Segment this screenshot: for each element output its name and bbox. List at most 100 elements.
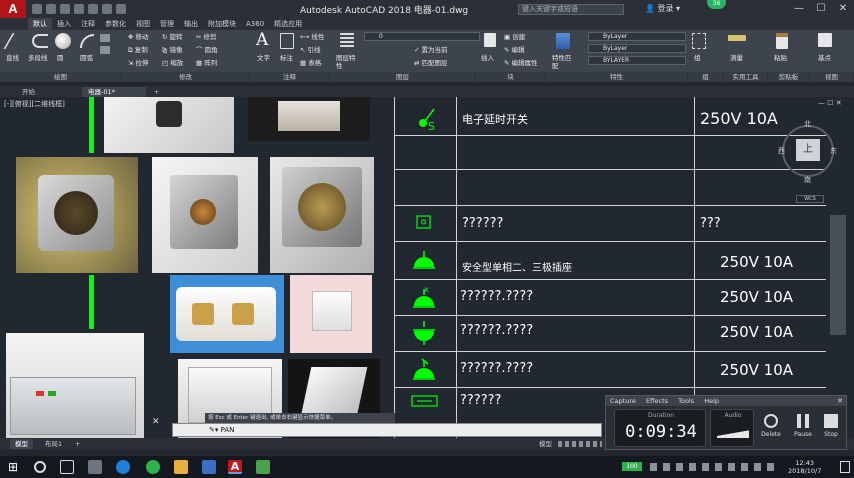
print-icon[interactable] bbox=[88, 4, 98, 14]
notification-icon[interactable] bbox=[840, 461, 850, 473]
ribbon-tab-0[interactable]: 默认 bbox=[28, 18, 52, 30]
compass-south[interactable]: 南 bbox=[804, 175, 811, 185]
save-as-icon[interactable] bbox=[74, 4, 84, 14]
linear-tool[interactable]: ⟷ 线性 bbox=[300, 33, 324, 41]
group-clipboard[interactable]: 剪贴板 bbox=[768, 72, 810, 82]
search-input[interactable]: 键入关键字或短语 bbox=[518, 4, 624, 15]
insert-tool[interactable]: 插入 bbox=[481, 54, 494, 62]
ribbon-tab-5[interactable]: 管理 bbox=[155, 18, 179, 30]
save-icon[interactable] bbox=[60, 4, 70, 14]
redo-icon[interactable] bbox=[116, 4, 126, 14]
add-layout-button[interactable]: + bbox=[70, 439, 85, 449]
new-icon[interactable] bbox=[32, 4, 42, 14]
scale-tool[interactable]: ◰ 缩放 bbox=[162, 59, 183, 67]
copy-tool[interactable]: ⧉ 复制 bbox=[128, 46, 148, 54]
match-properties-icon[interactable] bbox=[556, 33, 570, 49]
video-app-icon[interactable] bbox=[202, 460, 216, 474]
legend-table[interactable]: S x 电子延时开关 250V 10A ?????? ??? 安全型单相二、三极… bbox=[394, 97, 826, 438]
lineweight-combo[interactable]: BYLAYER bbox=[588, 56, 686, 65]
text-icon[interactable]: A bbox=[256, 31, 270, 49]
group-utilities[interactable]: 实用工具 bbox=[724, 72, 768, 82]
ribbon-tab-4[interactable]: 视图 bbox=[131, 18, 155, 30]
compass-east[interactable]: 东 bbox=[830, 146, 837, 156]
color-combo[interactable]: ByLayer bbox=[588, 32, 686, 41]
windows-start-icon[interactable]: ⊞ bbox=[8, 460, 22, 474]
minimize-icon[interactable]: — bbox=[788, 0, 810, 18]
tab-model[interactable]: 模型 bbox=[10, 439, 33, 449]
new-tab-button[interactable]: + bbox=[148, 87, 165, 97]
line-icon[interactable] bbox=[3, 33, 29, 49]
recorder-close-icon[interactable]: ✕ bbox=[837, 396, 843, 406]
group-draw[interactable]: 绘图 bbox=[0, 72, 122, 82]
move-tool[interactable]: ✥ 移动 bbox=[128, 33, 149, 41]
group-block[interactable]: 块 bbox=[476, 72, 546, 82]
browser-icon[interactable] bbox=[146, 460, 160, 474]
compass-west[interactable]: 西 bbox=[778, 146, 785, 156]
battery-icon[interactable]: 100 bbox=[622, 462, 642, 471]
table-tool[interactable]: ▦ 表格 bbox=[300, 59, 321, 67]
search-icon[interactable] bbox=[34, 461, 46, 473]
command-input[interactable]: ✎▾ PAN bbox=[172, 423, 602, 437]
group-icon[interactable] bbox=[692, 33, 706, 49]
ribbon-tab-3[interactable]: 参数化 bbox=[100, 18, 131, 30]
hatch-icon[interactable] bbox=[100, 46, 110, 54]
edit-attributes-tool[interactable]: ✎ 编辑属性 bbox=[504, 59, 538, 67]
group-modify[interactable]: 修改 bbox=[122, 72, 250, 82]
viewport-controls[interactable]: — ☐ ✕ bbox=[818, 99, 842, 107]
navigation-bar[interactable] bbox=[830, 215, 846, 335]
tab-drawing[interactable]: 电器-01* bbox=[82, 87, 146, 97]
group-properties[interactable]: 特性 bbox=[546, 72, 688, 82]
set-current-tool[interactable]: ✓ 置为当前 bbox=[414, 46, 448, 54]
draw-extra-icon[interactable] bbox=[100, 34, 110, 42]
stretch-tool[interactable]: ⇲ 拉伸 bbox=[128, 59, 149, 67]
layer-properties-tool[interactable]: 图层特性 bbox=[336, 54, 358, 70]
circle-tool[interactable]: 圆 bbox=[57, 54, 64, 62]
notification-badge[interactable]: 36 bbox=[707, 0, 726, 9]
match-layer-tool[interactable]: ⇄ 匹配图层 bbox=[414, 59, 448, 67]
polyline-icon[interactable] bbox=[32, 34, 48, 48]
paste-icon[interactable] bbox=[776, 33, 788, 49]
arc-icon[interactable] bbox=[80, 34, 94, 48]
menu-capture[interactable]: Capture bbox=[610, 397, 636, 405]
trim-tool[interactable]: ✂ 修剪 bbox=[196, 33, 217, 41]
ribbon-tab-8[interactable]: A360 bbox=[241, 18, 269, 30]
circle-icon[interactable] bbox=[55, 33, 71, 49]
array-tool[interactable]: ▦ 阵列 bbox=[196, 59, 217, 67]
view-cube[interactable]: 上 北 南 东 西 WCS bbox=[776, 115, 840, 205]
base-icon[interactable] bbox=[818, 33, 832, 47]
ribbon-tab-9[interactable]: 精选应用 bbox=[269, 18, 307, 30]
stop-button[interactable]: Stop bbox=[818, 414, 844, 438]
group-groups[interactable]: 组 bbox=[688, 72, 724, 82]
model-space-button[interactable]: 模型 bbox=[534, 439, 557, 449]
measure-tool[interactable]: 测量 bbox=[730, 54, 743, 62]
dimension-tool[interactable]: 标注 bbox=[280, 54, 293, 62]
drawing-canvas[interactable]: [-][俯视][二维线框] S x 电子延时开关 250V 10A ??????… bbox=[0, 97, 854, 438]
tab-start[interactable]: 开始 bbox=[16, 87, 41, 97]
taskbar-clock[interactable]: 12:43 2018/10/7 bbox=[788, 459, 821, 475]
mirror-tool[interactable]: ⧎ 镜像 bbox=[162, 46, 183, 54]
maximize-icon[interactable]: ☐ bbox=[810, 0, 832, 18]
delete-button[interactable]: Delete bbox=[758, 414, 784, 438]
insert-block-icon[interactable] bbox=[484, 33, 496, 47]
group-view[interactable]: 视图 bbox=[810, 72, 854, 82]
undo-icon[interactable] bbox=[102, 4, 112, 14]
match-properties-tool[interactable]: 特性匹配 bbox=[552, 54, 574, 70]
autocad-logo-icon[interactable]: A bbox=[0, 0, 26, 18]
polyline-tool[interactable]: 多段线 bbox=[28, 54, 48, 62]
group-tool[interactable]: 组 bbox=[694, 54, 701, 62]
linetype-combo[interactable]: ByLayer bbox=[588, 44, 686, 53]
group-layers[interactable]: 图层 bbox=[330, 72, 476, 82]
recorder-taskbar-icon[interactable] bbox=[256, 460, 270, 474]
rotate-tool[interactable]: ↻ 旋转 bbox=[162, 33, 183, 41]
view-cube-top[interactable]: 上 bbox=[796, 139, 820, 161]
login-button[interactable]: 👤 登录 ▾ bbox=[645, 3, 680, 14]
menu-help[interactable]: Help bbox=[704, 397, 719, 405]
app-icon[interactable] bbox=[88, 460, 102, 474]
ribbon-tab-6[interactable]: 输出 bbox=[179, 18, 203, 30]
leader-tool[interactable]: ↖ 引线 bbox=[300, 46, 321, 54]
base-tool[interactable]: 基点 bbox=[818, 54, 831, 62]
layer-properties-icon[interactable] bbox=[340, 33, 354, 47]
viewport-label[interactable]: [-][俯视][二维线框] bbox=[4, 99, 65, 109]
wcs-menu[interactable]: WCS bbox=[796, 195, 824, 203]
menu-effects[interactable]: Effects bbox=[646, 397, 668, 405]
